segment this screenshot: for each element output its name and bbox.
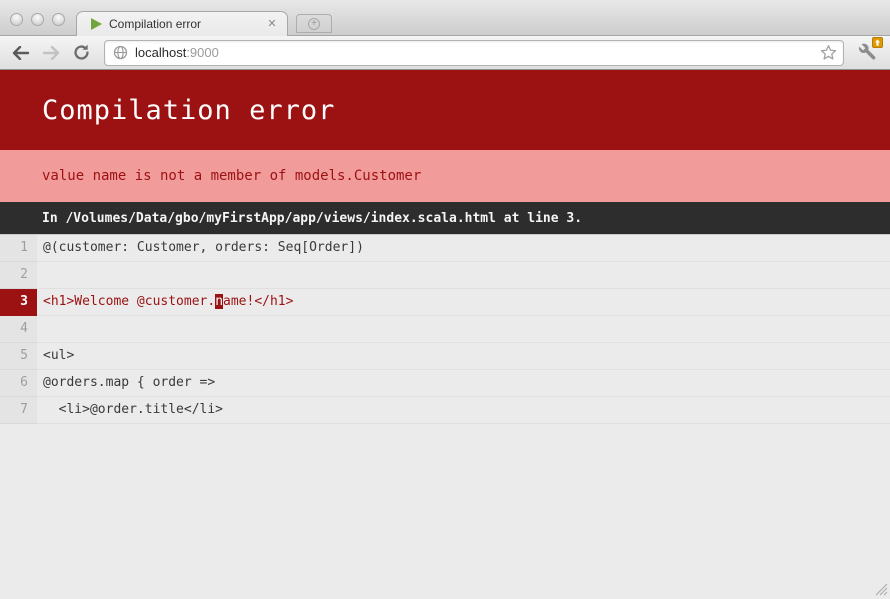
code-line-5: 5 <ul> <box>0 343 890 370</box>
line-number: 5 <box>0 343 37 370</box>
tab-title: Compilation error <box>109 17 265 31</box>
back-arrow-icon <box>12 46 30 60</box>
code-text: <h1>Welcome @customer.name!</h1> <box>37 289 293 315</box>
code-line-7: 7 <li>@order.title</li> <box>0 397 890 424</box>
error-location-bar: In /Volumes/Data/gbo/myFirstApp/app/view… <box>0 202 890 234</box>
error-detail-banner: value name is not a member of models.Cus… <box>0 150 890 202</box>
close-window-button[interactable] <box>10 13 23 26</box>
resize-grip[interactable] <box>875 583 888 596</box>
zoom-window-button[interactable] <box>52 13 65 26</box>
titlebar: Compilation error ✕ + <box>0 0 890 36</box>
forward-arrow-icon <box>42 46 60 60</box>
code-listing: 1 @(customer: Customer, orders: Seq[Orde… <box>0 234 890 424</box>
globe-icon <box>113 45 128 60</box>
error-marker: n <box>215 294 223 309</box>
line-number: 1 <box>0 235 37 262</box>
back-button[interactable] <box>8 40 34 66</box>
forward-button[interactable] <box>38 40 64 66</box>
code-text: @orders.map { order => <box>37 370 215 396</box>
code-line-6: 6 @orders.map { order => <box>0 370 890 397</box>
code-text: <ul> <box>37 343 74 369</box>
code-line-2: 2 <box>0 262 890 289</box>
page-content: Compilation error value name is not a me… <box>0 70 890 598</box>
line-number: 4 <box>0 316 37 343</box>
menu-button[interactable] <box>852 39 882 67</box>
bookmark-star-icon[interactable] <box>820 44 837 61</box>
browser-window: Compilation error ✕ + localhost:9000 <box>0 0 890 599</box>
url-port: :9000 <box>186 45 219 60</box>
tab-close-icon[interactable]: ✕ <box>265 17 279 31</box>
url-host: localhost <box>135 45 186 60</box>
code-text <box>37 262 43 288</box>
reload-icon <box>73 44 90 61</box>
code-line-1: 1 @(customer: Customer, orders: Seq[Orde… <box>0 235 890 262</box>
new-tab-button[interactable]: + <box>296 14 332 33</box>
address-bar[interactable]: localhost:9000 <box>104 40 844 66</box>
tab-compilation-error[interactable]: Compilation error ✕ <box>76 11 288 36</box>
line-number: 7 <box>0 397 37 424</box>
window-controls <box>10 13 65 26</box>
error-title: Compilation error <box>42 95 335 126</box>
line-number: 2 <box>0 262 37 289</box>
error-message: value name is not a member of models.Cus… <box>42 168 421 184</box>
minimize-window-button[interactable] <box>31 13 44 26</box>
reload-button[interactable] <box>68 40 94 66</box>
code-text: <li>@order.title</li> <box>37 397 223 423</box>
plus-icon: + <box>308 18 320 30</box>
code-line-4: 4 <box>0 316 890 343</box>
url-text: localhost:9000 <box>135 45 820 60</box>
navigation-toolbar: localhost:9000 <box>0 36 890 70</box>
error-header: Compilation error <box>0 70 890 150</box>
error-location: In /Volumes/Data/gbo/myFirstApp/app/view… <box>42 211 582 226</box>
play-framework-logo-icon <box>91 18 102 30</box>
code-text <box>37 316 43 342</box>
code-before-marker: <h1>Welcome @customer. <box>43 294 215 309</box>
update-badge-icon <box>872 37 883 48</box>
line-number: 3 <box>0 289 37 316</box>
code-line-3-error: 3 <h1>Welcome @customer.name!</h1> <box>0 289 890 316</box>
code-after-marker: ame!</h1> <box>223 294 293 309</box>
line-number: 6 <box>0 370 37 397</box>
code-text: @(customer: Customer, orders: Seq[Order]… <box>37 235 364 261</box>
